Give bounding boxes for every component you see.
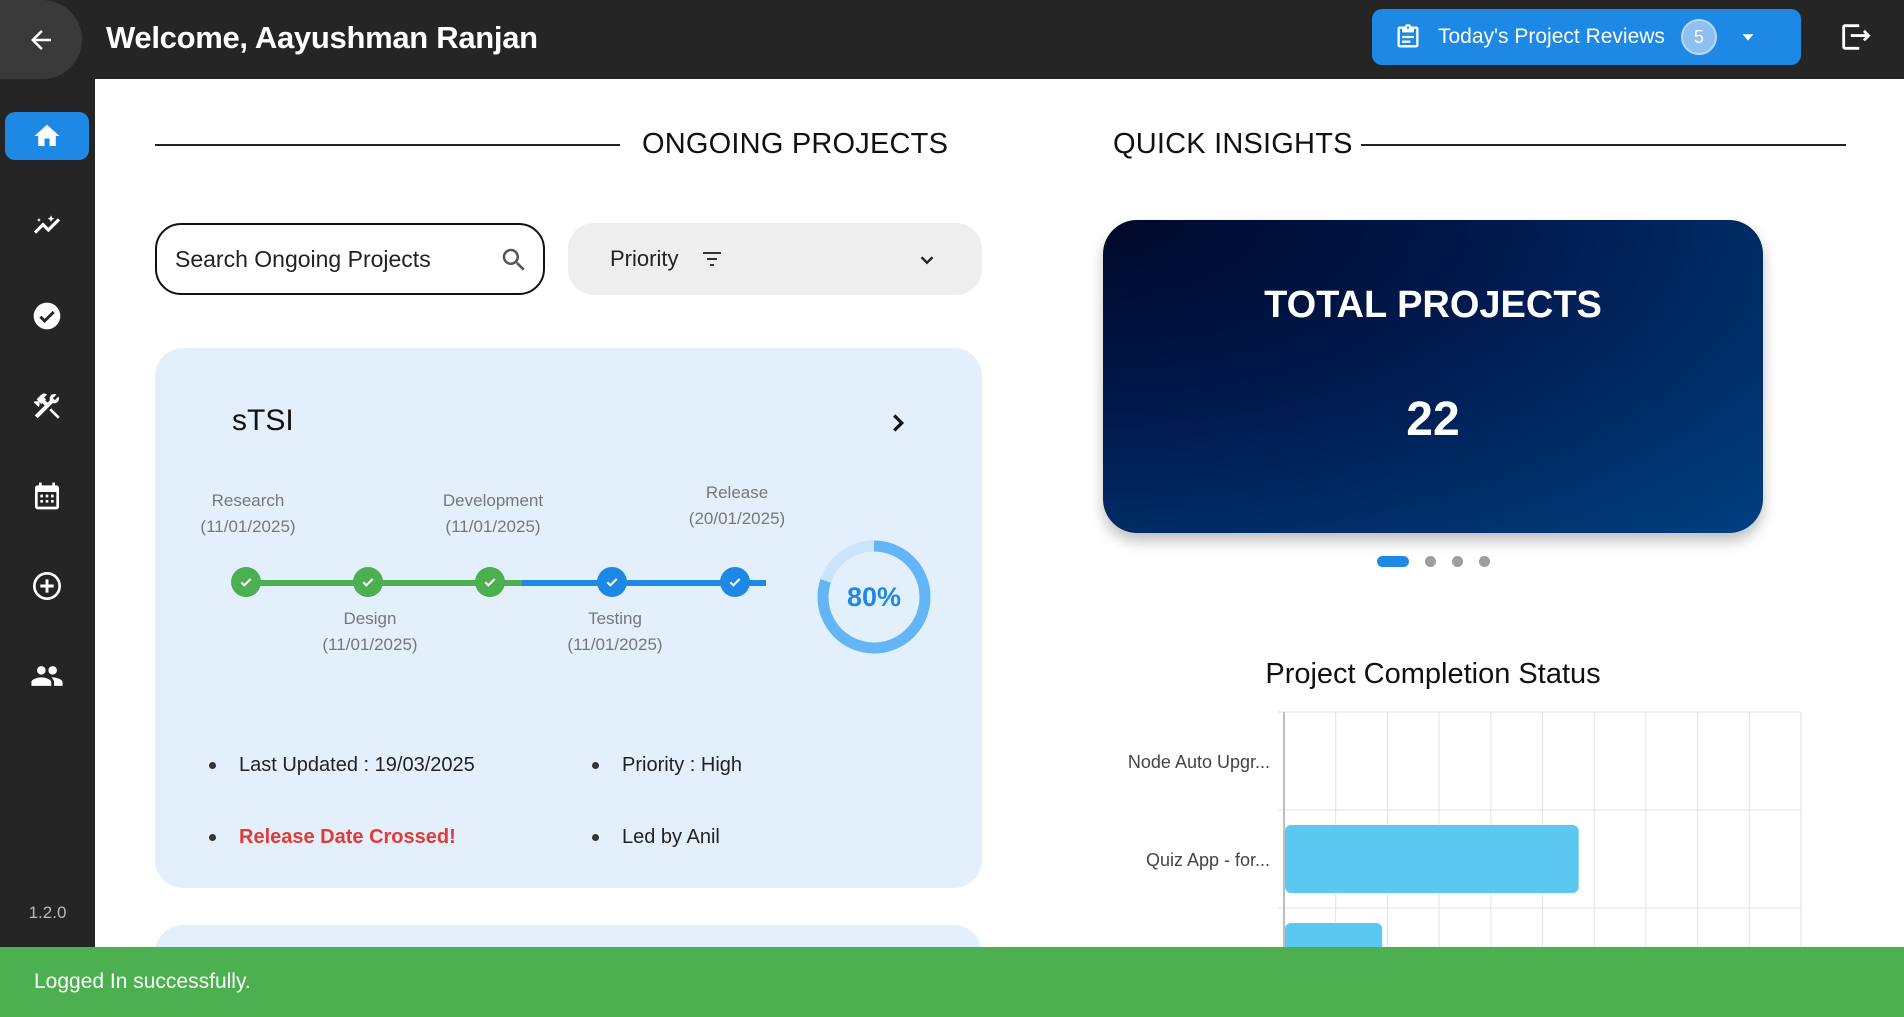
chart-bar	[1285, 825, 1579, 893]
sidebar: 1.2.0	[0, 79, 95, 947]
stage-label-testing: Testing (11/01/2025)	[535, 606, 695, 658]
people-icon	[31, 666, 63, 686]
app-version: 1.2.0	[28, 903, 67, 922]
category-label: Quiz App - for...	[1146, 850, 1270, 870]
tools-icon	[33, 393, 60, 419]
stage-name: Development	[442, 491, 544, 510]
sidebar-item-home[interactable]	[5, 112, 89, 160]
carousel-dot[interactable]	[1377, 555, 1409, 567]
search-input[interactable]	[175, 245, 475, 273]
home-icon	[34, 124, 60, 146]
check-icon	[606, 578, 618, 587]
check-icon	[484, 578, 496, 587]
lead-text: Led by Anil	[622, 826, 720, 848]
sidebar-item-team[interactable]	[5, 652, 89, 700]
progress-percent: 80%	[846, 581, 902, 612]
sidebar-item-insights[interactable]	[5, 202, 89, 250]
carousel-dot[interactable]	[1479, 555, 1490, 567]
warning-item: Release Date Crossed!	[209, 826, 456, 849]
chart-title: Project Completion Status	[1265, 658, 1601, 690]
top-app-bar: Welcome, Aayushman Ranjan Today's Projec…	[0, 0, 1904, 79]
todays-project-reviews-button[interactable]: Today's Project Reviews 5	[1372, 9, 1801, 65]
chevron-right-icon[interactable]	[883, 408, 913, 438]
reviews-label: Today's Project Reviews	[1438, 25, 1665, 48]
lead-item: Led by Anil	[592, 826, 720, 849]
ongoing-projects-title: ONGOING PROJECTS	[642, 128, 949, 160]
stage-dot-development	[475, 567, 505, 597]
insight-card-title: TOTAL PROJECTS	[1264, 284, 1602, 326]
search-icon[interactable]	[499, 245, 529, 275]
stage-label-development: Development (11/01/2025)	[413, 488, 573, 540]
reviews-count-badge: 5	[1680, 19, 1717, 55]
calendar-icon	[35, 482, 59, 510]
success-toast: Logged In successfully.	[0, 947, 1904, 1017]
stage-name: Testing	[588, 609, 642, 628]
sidebar-item-completed[interactable]	[5, 292, 89, 340]
chart-bar	[1285, 923, 1383, 947]
progress-ring: 80%	[815, 538, 933, 656]
quick-insights-title: QUICK INSIGHTS	[1113, 128, 1353, 160]
carousel-pager	[1377, 555, 1506, 567]
stage-dot-release	[720, 567, 750, 597]
carousel-dot[interactable]	[1452, 555, 1463, 567]
priority-filter-dropdown[interactable]: Priority	[568, 223, 982, 295]
stage-label-release: Release (20/01/2025)	[657, 480, 817, 532]
release-warning-text: Release Date Crossed!	[239, 826, 456, 848]
stage-date: (11/01/2025)	[567, 635, 663, 654]
total-projects-card[interactable]: TOTAL PROJECTS 22	[1103, 220, 1763, 533]
carousel-dot[interactable]	[1425, 555, 1436, 567]
sidebar-item-tools[interactable]	[5, 382, 89, 430]
stage-date: (11/01/2025)	[445, 517, 541, 536]
section-divider	[1361, 144, 1846, 146]
check-icon	[240, 578, 252, 587]
category-label: Node Auto Upgr...	[1128, 752, 1270, 772]
check-icon	[362, 578, 374, 587]
sidebar-item-add-project[interactable]	[5, 562, 89, 610]
search-ongoing-projects[interactable]	[155, 223, 545, 295]
clipboard-icon	[1397, 24, 1419, 48]
last-updated-text: Last Updated : 19/03/2025	[239, 754, 475, 776]
sidebar-item-calendar[interactable]	[5, 472, 89, 520]
priority-item: Priority : High	[592, 754, 742, 777]
caret-down-icon	[1742, 34, 1754, 41]
last-updated-item: Last Updated : 19/03/2025	[209, 754, 475, 777]
stage-date: (20/01/2025)	[688, 509, 786, 528]
add-circle-icon	[33, 572, 61, 600]
check-icon	[729, 578, 741, 587]
stage-name: Design	[343, 609, 397, 628]
welcome-title: Welcome, Aayushman Ranjan	[106, 20, 538, 55]
filter-icon	[703, 252, 722, 266]
insights-icon	[33, 215, 61, 234]
section-divider	[155, 144, 620, 146]
stage-dot-research	[231, 567, 261, 597]
stage-dot-testing	[597, 567, 627, 597]
stage-label-research: Research (11/01/2025)	[168, 488, 328, 540]
project-card[interactable]: sTSI Research (11/01/2025) Design (11/01…	[155, 348, 982, 888]
back-button[interactable]	[0, 0, 82, 79]
stage-dot-design	[353, 567, 383, 597]
project-name: sTSI	[232, 404, 294, 437]
arrow-back-icon	[31, 29, 51, 50]
stage-date: (11/01/2025)	[322, 635, 418, 654]
priority-text: Priority : High	[622, 754, 743, 776]
stage-name: Release	[705, 483, 769, 502]
check-circle-icon	[33, 302, 61, 330]
chevron-down-icon	[920, 256, 934, 265]
insight-card-value: 22	[1406, 393, 1460, 446]
stage-name: Research	[211, 491, 285, 510]
stage-label-design: Design (11/01/2025)	[290, 606, 450, 658]
logout-icon[interactable]	[1838, 20, 1872, 54]
stage-date: (11/01/2025)	[200, 517, 296, 536]
toast-message: Logged In successfully.	[34, 970, 251, 993]
priority-label: Priority	[610, 246, 679, 271]
